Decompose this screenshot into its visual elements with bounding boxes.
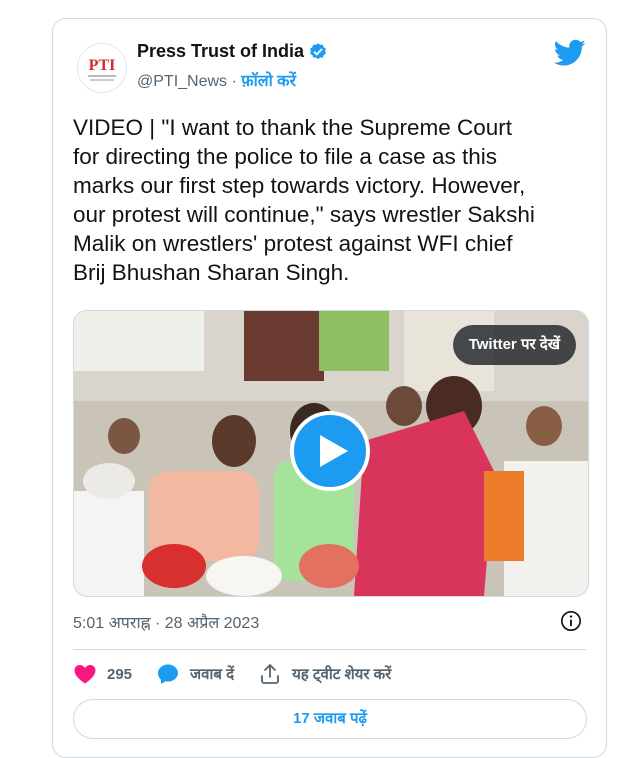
likes-count: 295	[107, 665, 133, 683]
follow-button[interactable]: फ़ॉलो करें	[241, 73, 296, 90]
reply-button[interactable]: जवाब दें	[156, 662, 234, 686]
like-button[interactable]: 295	[73, 662, 132, 686]
tweet-card: PTI Press Trust of India @PTI_News · फ़ॉ…	[52, 18, 607, 758]
tweet-header: PTI Press Trust of India @PTI_News · फ़ॉ…	[77, 39, 586, 93]
tweet-actions: 295 जवाब दें यह ट्वीट शेयर करें	[73, 659, 415, 689]
account-handle[interactable]: @PTI_News	[137, 73, 227, 90]
twitter-bird-icon[interactable]	[553, 39, 586, 67]
tweet-timestamp[interactable]: 5:01 अपराह्न · 28 अप्रैल 2023	[73, 611, 259, 633]
handle-row: @PTI_News · फ़ॉलो करें	[137, 69, 296, 91]
share-button[interactable]: यह ट्वीट शेयर करें	[258, 662, 391, 686]
read-replies-button[interactable]: 17 जवाब पढ़ें	[73, 699, 587, 739]
account-name[interactable]: Press Trust of India	[137, 41, 304, 62]
play-button[interactable]	[290, 411, 370, 491]
handle-separator: ·	[227, 73, 242, 90]
share-icon	[261, 664, 279, 684]
tweet-text: VIDEO | "I want to thank the Supreme Cou…	[73, 115, 535, 285]
verified-badge-icon	[308, 42, 328, 62]
name-row: Press Trust of India	[137, 41, 328, 62]
divider	[73, 649, 586, 650]
heart-icon	[74, 665, 96, 684]
reply-label: जवाब दें	[190, 666, 235, 683]
watch-on-twitter-button[interactable]: Twitter पर देखें	[452, 325, 576, 365]
play-icon	[320, 435, 348, 467]
pti-avatar[interactable]: PTI	[77, 43, 127, 93]
info-icon[interactable]	[560, 610, 582, 632]
reply-bubble-icon	[158, 664, 179, 684]
share-label: यह ट्वीट शेयर करें	[292, 666, 392, 683]
tweet-video[interactable]: Twitter पर देखें	[73, 310, 589, 597]
avatar-logo-text: PTI	[89, 57, 116, 74]
